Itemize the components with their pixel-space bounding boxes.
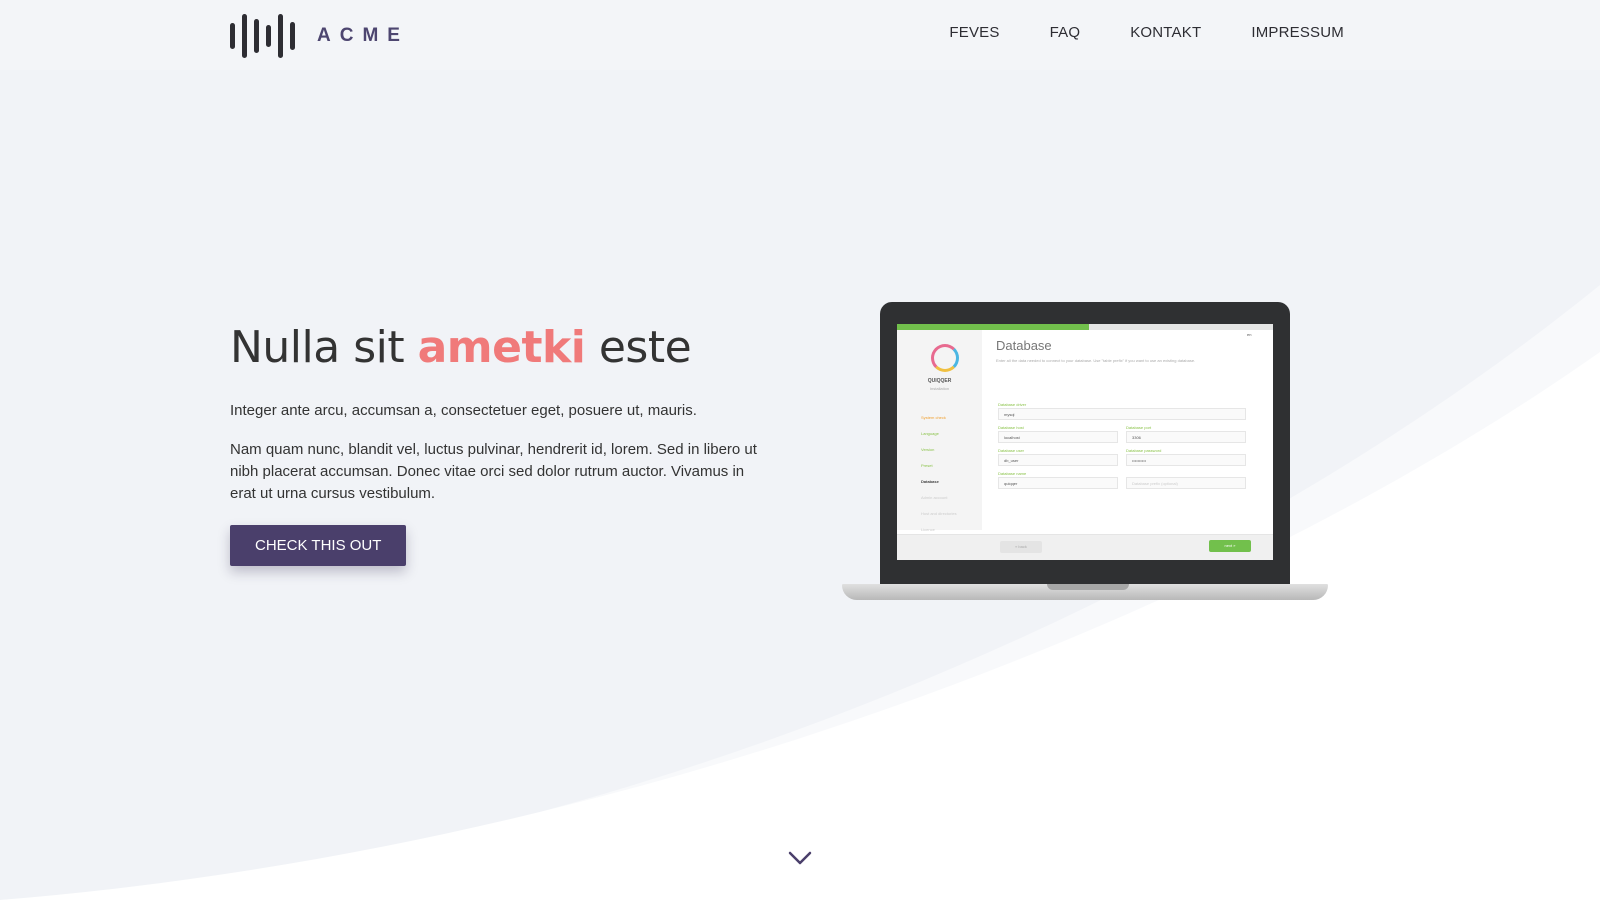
db-user-field: Database user db_user: [998, 448, 1118, 466]
hero-lead: Integer ante arcu, accumsan a, consectet…: [230, 402, 697, 419]
db-host-field: Database host localhost: [998, 425, 1118, 443]
db-name-input: quiqqer: [998, 477, 1118, 489]
installer-next-button: next »: [1209, 540, 1251, 552]
chevron-down-icon[interactable]: [788, 848, 812, 868]
db-password-input: ••••••••••: [1126, 454, 1246, 466]
installer-screenshot: en QUIQQER Installation System check Lan…: [897, 324, 1273, 560]
logo[interactable]: ACME: [230, 14, 409, 58]
hero-text: Nulla sit ametki este Integer ante arcu,…: [230, 318, 770, 566]
db-driver-field: Database driver mysql: [998, 402, 1246, 420]
nav-item-kontakt[interactable]: KONTAKT: [1130, 24, 1201, 41]
hero-title-pre: Nulla sit: [230, 322, 418, 373]
nav-item-feves[interactable]: FEVES: [949, 24, 999, 41]
installer-brand: QUIQQER: [927, 378, 952, 384]
db-name-field: Database name quiqqer: [998, 471, 1118, 489]
site-header: ACME FEVES FAQ KONTAKT IMPRESSUM: [0, 0, 1600, 70]
db-port-field: Database port 3306: [1126, 425, 1246, 443]
installer-steps: System check Language Version Preset Dat…: [921, 410, 957, 538]
db-driver-select: mysql: [998, 408, 1246, 420]
hero-title-post: este: [585, 322, 692, 373]
installer-title: Database: [996, 338, 1052, 353]
installer-step-current: Database: [921, 479, 939, 484]
db-password-field: Database password ••••••••••: [1126, 448, 1246, 466]
installer-sidebar: QUIQQER Installation System check Langua…: [897, 330, 982, 532]
installer-step: Language: [921, 431, 939, 436]
hero-title-accent: ametki: [417, 322, 586, 373]
installer-step: Admin account: [921, 495, 948, 500]
check-this-out-button[interactable]: CHECK THIS OUT: [230, 525, 407, 566]
installer-brand-sub: Installation: [929, 386, 950, 391]
main-nav: FEVES FAQ KONTAKT IMPRESSUM: [949, 24, 1344, 41]
installer-step: Preset: [921, 463, 933, 468]
nav-item-impressum[interactable]: IMPRESSUM: [1251, 24, 1344, 41]
db-prefix-field: Database prefix (optional): [1126, 471, 1246, 489]
db-prefix-input: Database prefix (optional): [1126, 477, 1246, 489]
logo-bars-icon: [230, 14, 295, 58]
hero-body: Nam quam nunc, blandit vel, luctus pulvi…: [230, 441, 757, 502]
hero-title: Nulla sit ametki este: [230, 318, 770, 378]
installer-step: Host and directories: [921, 511, 957, 516]
laptop-lid: en QUIQQER Installation System check Lan…: [880, 302, 1290, 584]
installer-description: Enter all the data needed to connect to …: [996, 358, 1196, 363]
db-user-input: db_user: [998, 454, 1118, 466]
db-host-input: localhost: [998, 431, 1118, 443]
nav-item-faq[interactable]: FAQ: [1050, 24, 1081, 41]
laptop-notch: [1047, 584, 1129, 590]
logo-text: ACME: [317, 25, 409, 46]
db-port-input: 3306: [1126, 431, 1246, 443]
laptop-mockup: en QUIQQER Installation System check Lan…: [842, 302, 1328, 602]
installer-back-button: « back: [1000, 541, 1042, 553]
installer-language: en: [1247, 332, 1252, 337]
installer-step: Version: [921, 447, 935, 452]
installer-step: System check: [921, 415, 946, 420]
quiqqer-logo-icon: [931, 344, 959, 372]
installer-footer: « back next »: [897, 534, 1273, 560]
